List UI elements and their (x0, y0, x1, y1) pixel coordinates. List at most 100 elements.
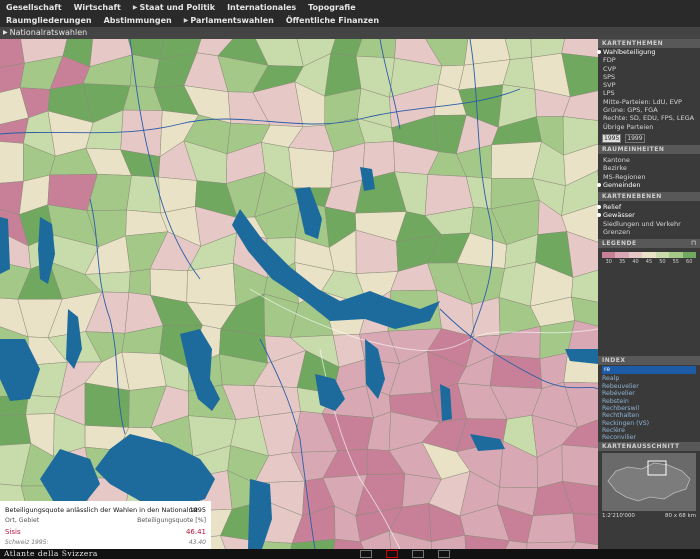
nav-item-label: Parlamentswahlen (190, 16, 274, 25)
index-search-input[interactable]: re (602, 366, 696, 375)
sidebar-item[interactable]: Kantone (598, 156, 700, 164)
year-chip[interactable]: 1995 (602, 133, 622, 143)
index-entry[interactable]: Rechberswil (598, 405, 700, 412)
municipality-cell[interactable] (526, 512, 577, 544)
nav-item[interactable]: Internationales (227, 3, 296, 12)
selected-dot-icon (597, 205, 601, 210)
section-header-index: INDEX (598, 356, 700, 366)
sidebar-item[interactable]: Siedlungen und Verkehr (598, 220, 700, 228)
nav-item-label: Wirtschaft (73, 3, 121, 12)
municipality-cell[interactable] (25, 395, 61, 415)
municipality-cell[interactable] (253, 385, 301, 417)
index-entry[interactable]: Rechthalten (598, 412, 700, 419)
municipality-cell[interactable] (561, 444, 598, 488)
nav-item[interactable]: ▶ Parlamentswahlen (184, 16, 274, 25)
sidebar-item[interactable]: MS-Regionen (598, 173, 700, 181)
layers-list: Relief Gewässer Siedlungen und Verkehr Gren… (597, 201, 700, 239)
municipality-cell[interactable] (84, 382, 130, 428)
municipality-cell[interactable] (489, 354, 543, 389)
info-place-value: 46.41 (185, 528, 206, 536)
index-list: Realp Rebeuvelier Rebévelier Rebstein Rechbe… (598, 375, 700, 442)
index-entry[interactable]: Rebstein (598, 398, 700, 405)
breadcrumb[interactable]: ▶ Nationalratswahlen (0, 27, 700, 39)
municipality-cell[interactable] (121, 351, 167, 391)
sidebar-item-label: LPS (603, 89, 615, 98)
section-header-kartenausschnitt: KARTENAUSSCHNITT (598, 441, 700, 451)
map-view[interactable] (0, 39, 598, 549)
nav-item[interactable]: Topografie (308, 3, 356, 12)
nav-row-main: Gesellschaft Wirtschaft ▶ Staat und Politik… (0, 1, 368, 14)
municipality-cell[interactable] (471, 297, 501, 337)
choropleth-map[interactable] (0, 39, 598, 549)
legende-title: LEGENDE (602, 240, 637, 248)
sidebar-item[interactable]: Gewässer (597, 211, 700, 219)
sidebar-item-label: Siedlungen und Verkehr (603, 219, 681, 228)
nav-item[interactable]: Wirtschaft (74, 3, 121, 12)
nav-item[interactable]: Öffentliche Finanzen (286, 16, 379, 25)
sidebar-item[interactable]: SVP (598, 81, 700, 89)
sidebar-item[interactable]: SPS (598, 73, 700, 81)
nav-item-label: Öffentliche Finanzen (285, 16, 380, 25)
sidebar-item[interactable]: Relief (597, 203, 700, 212)
sidebar-item[interactable]: Grüne: GPS, FGA (598, 106, 700, 114)
nav-item[interactable]: ▶ Staat und Politik (133, 3, 215, 12)
sidebar-item-label: SVP (603, 81, 616, 90)
tool-zoom-icon[interactable] (412, 550, 424, 558)
sidebar-item-label: Grenzen (603, 228, 631, 237)
info-average-label: Schweiz 1995: (5, 539, 49, 546)
sidebar-item[interactable]: Wahlbeteiligung (597, 48, 700, 56)
municipality-cell[interactable] (186, 262, 237, 307)
index-entry[interactable]: Rebévelier (598, 390, 700, 397)
sidebar-item[interactable]: LPS (598, 89, 700, 97)
municipality-cell[interactable] (288, 147, 334, 189)
sidebar: KARTENTHEMEN Wahlbeteiligung FDP CVP SPS SVP… (597, 39, 700, 549)
nav-item[interactable]: Abstimmungen (104, 16, 172, 25)
sidebar-item[interactable]: FDP (598, 56, 700, 64)
index-entry[interactable]: Realp (598, 375, 700, 382)
breadcrumb-label: Nationalratswahlen (9, 28, 88, 37)
municipality-cell[interactable] (0, 414, 32, 446)
year-chip[interactable]: 1999 (625, 133, 645, 143)
sidebar-item-label: SPS (603, 72, 616, 81)
municipality-cell[interactable] (355, 39, 397, 59)
sidebar-item[interactable]: Rechte: SD, EDU, FPS, LEGA (598, 114, 700, 122)
nav-item-label: Topografie (308, 3, 356, 12)
legend-label: 50 (659, 259, 666, 266)
sidebar-item[interactable]: Übrige Parteien (598, 123, 700, 131)
overview-map[interactable] (602, 452, 696, 511)
sidebar-item[interactable]: CVP (598, 65, 700, 73)
nav-item-label: Staat und Politik (139, 3, 216, 12)
nav-item-label: Abstimmungen (103, 16, 172, 25)
sidebar-item[interactable]: Grenzen (598, 228, 700, 236)
index-entry[interactable]: Reckingen (VS) (598, 420, 700, 427)
map-scale: 1:2'210'000 (602, 512, 635, 519)
municipality-cell[interactable] (525, 541, 577, 549)
bottom-bar: Atlante della Svizzera (0, 549, 700, 559)
info-box: Beteiligungsquote anlässlich der Wahlen … (0, 501, 211, 549)
tool-reset-icon[interactable] (438, 550, 450, 558)
scale-row: 1:2'210'000 80 x 68 km (598, 513, 700, 519)
municipality-cell[interactable] (0, 140, 24, 184)
municipality-cell[interactable] (0, 39, 25, 68)
sidebar-item-label: Relief (603, 203, 622, 212)
nav-item[interactable]: Gesellschaft (6, 3, 62, 12)
legend-swatch (602, 252, 616, 259)
nav-item[interactable]: Raumgliederungen (6, 16, 92, 25)
legend-swatch (628, 252, 643, 259)
sidebar-item-label: FDP (603, 56, 616, 65)
selected-dot-icon (597, 182, 601, 187)
index-entry[interactable]: Reconvilier (598, 434, 700, 441)
top-navigation: Gesellschaft Wirtschaft ▶ Staat und Politik… (0, 0, 700, 27)
index-entry[interactable]: Reclère (598, 427, 700, 434)
tool-help-icon[interactable] (386, 550, 398, 558)
municipality-cell[interactable] (572, 512, 598, 546)
sidebar-item[interactable]: Mitte-Parteien: LdU, EVP (598, 98, 700, 106)
tool-print-icon[interactable] (360, 550, 372, 558)
sidebar-item[interactable]: Bezirke (598, 164, 700, 172)
municipality-cell[interactable] (128, 268, 152, 296)
sidebar-item[interactable]: Gemeinden (597, 181, 700, 189)
legend-color-bar (602, 252, 696, 259)
legend-toggle-icon[interactable]: ⊓ (691, 239, 697, 248)
info-average-value: 43.40 (188, 539, 206, 546)
sidebar-item-label: Wahlbeteiligung (603, 48, 656, 56)
